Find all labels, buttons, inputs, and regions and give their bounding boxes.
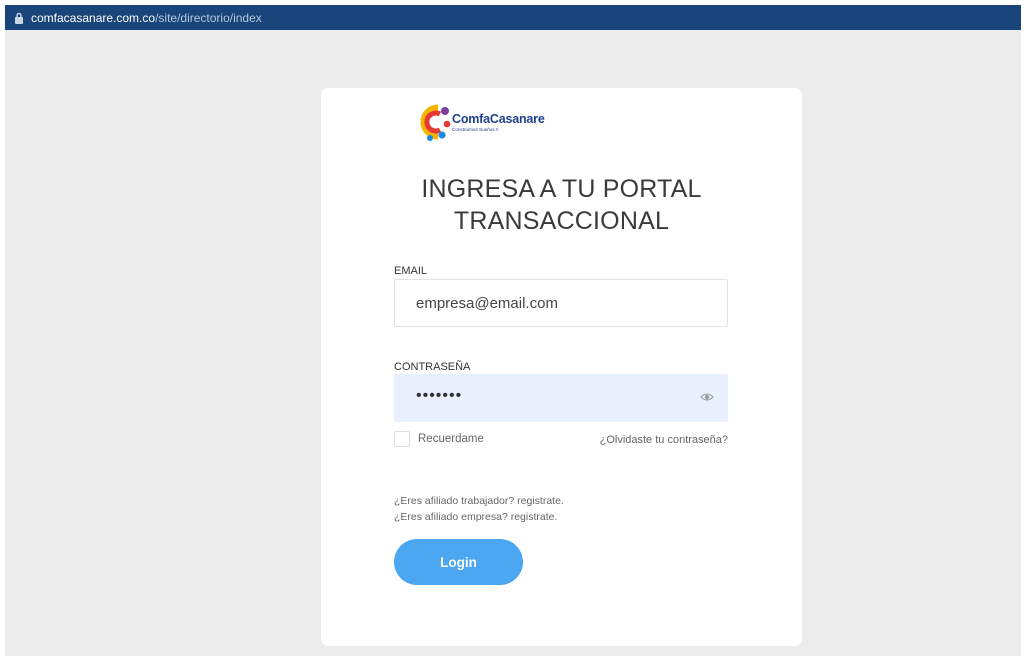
register-worker-link[interactable]: ¿Eres afiliado trabajador? registrate. (394, 495, 564, 507)
lock-icon (15, 12, 23, 24)
url-path: /site/directorio/index (155, 10, 262, 25)
remember-label: Recuerdame (418, 433, 484, 445)
url-domain: comfacasanare.com.co (31, 10, 156, 25)
forgot-password-link[interactable]: ¿Olvidaste tu contraseña? (600, 434, 728, 446)
address-bar[interactable]: comfacasanare.com.co/site/directorio/ind… (5, 5, 1021, 30)
email-field[interactable]: empresa@email.com (394, 279, 728, 327)
logo-tagline: Construimos Sueños !! (452, 127, 499, 132)
eye-icon[interactable] (700, 392, 714, 402)
password-field[interactable]: ••••••• (394, 374, 728, 422)
title-line-2: TRANSACCIONAL (453, 207, 670, 235)
remember-me[interactable]: Recuerdame (394, 431, 484, 447)
email-value: empresa@email.com (416, 294, 558, 312)
remember-checkbox[interactable] (394, 431, 410, 447)
title-line-1: INGRESA A TU PORTAL (421, 175, 702, 203)
page-title: INGRESA A TU PORTAL TRANSACCIONAL (321, 173, 802, 237)
browser-viewport: comfacasanare.com.co/site/directorio/ind… (5, 5, 1021, 656)
logo-name: ComfaCasanare (452, 112, 545, 126)
email-label: EMAIL (394, 265, 428, 277)
register-company-link[interactable]: ¿Eres afiliado empresa? registrate. (394, 511, 557, 523)
password-label: CONTRASEÑA (394, 361, 471, 373)
logo-mark-icon (420, 104, 451, 141)
login-card: ComfaCasanare Construimos Sueños !! INGR… (321, 88, 802, 646)
comfacasanare-logo: ComfaCasanare Construimos Sueños !! (416, 102, 556, 142)
password-value: ••••••• (416, 387, 463, 404)
login-button[interactable]: Login (394, 539, 523, 585)
